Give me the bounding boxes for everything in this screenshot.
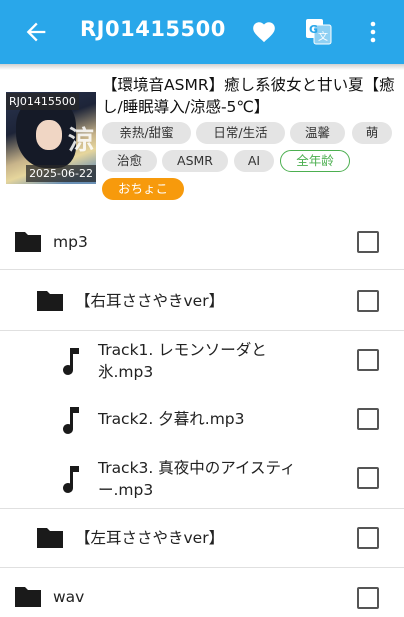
back-arrow-icon[interactable] xyxy=(22,18,50,46)
tag-chip[interactable]: 萌 xyxy=(352,122,392,144)
tag-chip[interactable]: 治愈 xyxy=(102,150,157,172)
svg-text:G: G xyxy=(309,23,318,36)
music-note-icon xyxy=(63,348,79,375)
select-checkbox[interactable] xyxy=(357,349,379,371)
file-name: Track2. 夕暮れ.mp3 xyxy=(98,410,245,428)
folder-name: 【左耳ささやきver】 xyxy=(75,529,225,547)
release-date-badge: 2025-06-22 xyxy=(26,165,96,182)
music-note-icon xyxy=(63,407,79,434)
app-bar: RJ01415500 G 文 xyxy=(0,0,404,64)
select-checkbox[interactable] xyxy=(357,527,379,549)
tree-folder-row[interactable]: 【左耳ささやきver】 xyxy=(0,509,404,568)
music-note-icon xyxy=(63,466,79,493)
folder-name: wav xyxy=(53,588,85,606)
tree-file-row[interactable]: Track3. 真夜中のアイスティー.mp3 xyxy=(0,449,404,509)
select-checkbox[interactable] xyxy=(357,467,379,489)
folder-name: 【右耳ささやきver】 xyxy=(75,292,225,310)
select-checkbox[interactable] xyxy=(357,587,379,609)
work-code-badge: RJ01415500 xyxy=(6,93,79,110)
more-vert-icon[interactable] xyxy=(362,19,384,45)
folder-name: mp3 xyxy=(53,233,88,251)
work-title: 【環境音ASMR】癒し系彼女と甘い夏【癒し/睡眠導入/涼感-5℃】 xyxy=(102,76,395,116)
svg-text:文: 文 xyxy=(318,30,328,43)
tree-file-row[interactable]: Track2. 夕暮れ.mp3 xyxy=(0,390,404,449)
tag-chip[interactable]: AI xyxy=(234,150,274,172)
rating-tag[interactable]: 全年龄 xyxy=(280,150,350,172)
appbar-shadow xyxy=(0,64,404,70)
translate-icon[interactable]: G 文 xyxy=(305,18,332,45)
cover-face xyxy=(36,120,62,150)
tree-folder-row[interactable]: wav xyxy=(0,568,404,617)
page-title: RJ01415500 xyxy=(80,17,226,41)
tag-chip[interactable]: 日常/生活 xyxy=(196,122,285,144)
folder-icon xyxy=(37,528,63,548)
select-checkbox[interactable] xyxy=(357,290,379,312)
circle-tag[interactable]: おちょこ xyxy=(102,178,184,200)
tree-file-row[interactable]: Track1. レモンソーダと氷.mp3 xyxy=(0,331,404,390)
select-checkbox[interactable] xyxy=(357,231,379,253)
heart-icon[interactable] xyxy=(251,19,277,45)
file-name: Track3. 真夜中のアイスティー.mp3 xyxy=(98,459,296,499)
folder-icon xyxy=(15,587,41,607)
select-checkbox[interactable] xyxy=(357,408,379,430)
work-cover-image[interactable]: 涼 RJ01415500 2025-06-22 xyxy=(6,92,96,184)
folder-icon xyxy=(15,232,41,252)
tag-chip[interactable]: 亲热/甜蜜 xyxy=(102,122,191,144)
tree-folder-row[interactable]: 【右耳ささやきver】 xyxy=(0,270,404,331)
file-name: Track1. レモンソーダと氷.mp3 xyxy=(98,341,267,381)
tag-chip[interactable]: 温馨 xyxy=(290,122,345,144)
tree-folder-row[interactable]: mp3 xyxy=(0,214,404,270)
tag-chip[interactable]: ASMR xyxy=(162,150,228,172)
cover-text: 涼 xyxy=(68,126,95,156)
folder-icon xyxy=(37,291,63,311)
